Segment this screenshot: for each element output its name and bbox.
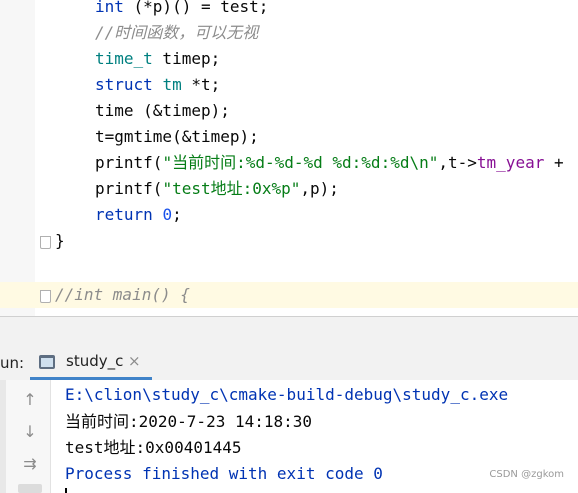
close-icon[interactable]: × bbox=[128, 346, 141, 377]
code-line: t=gmtime(&timep); bbox=[95, 124, 259, 150]
code-line: //时间函数，可以无视 bbox=[95, 20, 258, 46]
code-line: time (&timep); bbox=[95, 98, 230, 124]
console-process-finished: Process finished with exit code 0 bbox=[65, 464, 383, 483]
console-output-address: test地址:0x00401445 bbox=[65, 438, 242, 457]
code-token: time_t bbox=[95, 49, 153, 68]
code-line: return 0; bbox=[95, 202, 182, 228]
code-token: "当前时间:%d-%d-%d %d:%d:%d\n" bbox=[162, 153, 439, 172]
code-token: return bbox=[95, 205, 163, 224]
code-token: *t; bbox=[181, 75, 221, 94]
side-tool-strip bbox=[0, 380, 6, 493]
code-token: t=gmtime(&timep); bbox=[95, 127, 259, 146]
code-token: struct bbox=[95, 75, 163, 94]
run-label: un: bbox=[0, 354, 25, 372]
code-line: printf("test地址:0x%p",p); bbox=[95, 176, 339, 202]
code-token: tm bbox=[162, 75, 182, 94]
code-token: printf( bbox=[95, 153, 163, 172]
code-token: //时间函数，可以无视 bbox=[95, 23, 259, 42]
fold-marker-icon[interactable] bbox=[40, 290, 51, 303]
console-icon bbox=[39, 355, 55, 369]
code-editor[interactable]: int (*p)() = test; //时间函数，可以无视 time_t time… bbox=[0, 0, 578, 316]
tab-title: study_c bbox=[66, 352, 124, 370]
code-line: } bbox=[55, 228, 65, 254]
code-line: struct tm *t; bbox=[95, 72, 220, 98]
code-token: ,t-> bbox=[438, 153, 477, 172]
run-tool-window-header: un: study_c × bbox=[0, 346, 578, 381]
code-line: //int main() { bbox=[55, 282, 190, 308]
console-toolbar: ↑ ↓ ⇉ bbox=[0, 380, 51, 493]
code-token: time (&timep); bbox=[95, 101, 230, 120]
panel-divider[interactable] bbox=[0, 316, 578, 347]
fold-marker-icon[interactable] bbox=[40, 236, 51, 249]
code-token: tm_year bbox=[476, 153, 545, 172]
code-token: + bbox=[544, 153, 564, 172]
code-token: int bbox=[95, 0, 134, 16]
code-token: (*p)() = test; bbox=[133, 0, 269, 16]
code-token: //int main() { bbox=[55, 285, 190, 304]
code-token: } bbox=[55, 231, 65, 250]
editor-gutter bbox=[0, 0, 35, 316]
code-token: timep; bbox=[152, 49, 221, 68]
code-token: printf( bbox=[95, 179, 163, 198]
code-line: printf("当前时间:%d-%d-%d %d:%d:%d\n",t->tm_… bbox=[95, 150, 564, 176]
code-token: ; bbox=[172, 205, 182, 224]
watermark: CSDN @zgkom bbox=[489, 469, 564, 480]
console-exe-path: E:\clion\study_c\cmake-build-debug\study… bbox=[65, 385, 509, 404]
code-line: time_t timep; bbox=[95, 46, 220, 72]
soft-wrap-icon[interactable]: ⇉ bbox=[18, 452, 42, 476]
console-caret bbox=[65, 488, 67, 493]
up-arrow-icon[interactable]: ↑ bbox=[18, 388, 42, 412]
code-token: ,p); bbox=[300, 179, 339, 198]
scroll-end-icon[interactable] bbox=[18, 484, 42, 493]
down-arrow-icon[interactable]: ↓ bbox=[18, 420, 42, 444]
code-token: 0 bbox=[162, 205, 173, 224]
console-output-time: 当前时间:2020-7-23 14:18:30 bbox=[65, 412, 313, 431]
code-token: "test地址:0x%p" bbox=[162, 179, 301, 198]
tab-study-c[interactable]: study_c × bbox=[30, 346, 152, 380]
code-line: int (*p)() = test; bbox=[95, 0, 268, 20]
